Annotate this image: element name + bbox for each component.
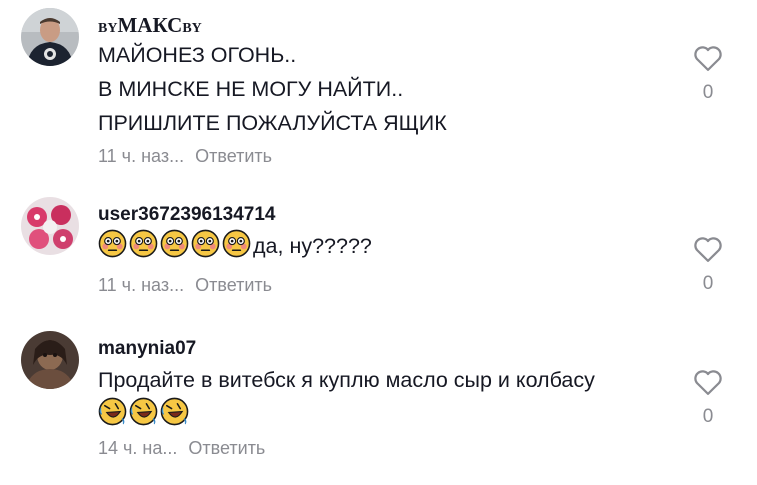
like-count: 0 <box>702 82 714 103</box>
heart-icon[interactable] <box>693 235 723 263</box>
comment-time: 14 ч. на... <box>98 438 178 458</box>
comment-text: да, ну????? <box>98 229 372 263</box>
comment-time: 11 ч. наз... <box>98 146 185 166</box>
flushed-face-emoji <box>222 229 251 258</box>
avatar[interactable] <box>21 8 79 66</box>
like-control: 0 <box>692 235 724 295</box>
user-avatar-icon <box>21 8 79 66</box>
avatar[interactable] <box>21 197 79 255</box>
comment-text-tail: да, ну????? <box>253 234 372 258</box>
heart-icon[interactable] <box>693 44 723 72</box>
comment-text-line: В МИНСКЕ НЕ МОГУ НАЙТИ.. <box>98 77 404 101</box>
flushed-face-emoji <box>98 229 127 258</box>
comment-text-line: МАЙОНЕЗ ОГОНЬ.. <box>98 43 297 67</box>
rolling-on-floor-laughing-emoji <box>98 397 127 426</box>
heart-icon[interactable] <box>693 368 723 396</box>
like-control: 0 <box>692 368 724 428</box>
like-count: 0 <box>702 406 714 427</box>
reply-button[interactable]: Ответить <box>195 275 272 295</box>
comment-meta: 14 ч. на... Ответить <box>98 438 265 459</box>
username[interactable]: user3672396134714 <box>98 204 276 226</box>
comment-time: 11 ч. наз... <box>98 275 185 295</box>
comment-text: МАЙОНЕЗ ОГОНЬ.. В МИНСКЕ НЕ МОГУ НАЙТИ..… <box>98 38 447 140</box>
reply-button[interactable]: Ответить <box>188 438 265 458</box>
username[interactable]: manynia07 <box>98 338 196 360</box>
user-avatar-icon <box>21 197 79 255</box>
emoji-row <box>98 229 253 258</box>
comment-text-line: Продайте в витебск я куплю масло сыр и к… <box>98 368 595 392</box>
rolling-on-floor-laughing-emoji <box>160 397 189 426</box>
username[interactable]: BYМАКСBY <box>98 13 202 38</box>
like-control: 0 <box>692 44 724 104</box>
flushed-face-emoji <box>160 229 189 258</box>
like-count: 0 <box>702 273 714 294</box>
rolling-on-floor-laughing-emoji <box>129 397 158 426</box>
comment-meta: 11 ч. наз... Ответить <box>98 275 272 296</box>
comment-meta: 11 ч. наз... Ответить <box>98 146 272 167</box>
avatar[interactable] <box>21 331 79 389</box>
reply-button[interactable]: Ответить <box>195 146 272 166</box>
flushed-face-emoji <box>129 229 158 258</box>
flushed-face-emoji <box>191 229 220 258</box>
emoji-row <box>98 397 595 431</box>
comment-text: Продайте в витебск я куплю масло сыр и к… <box>98 363 595 431</box>
comment-text-line: ПРИШЛИТЕ ПОЖАЛУЙСТА ЯЩИК <box>98 111 447 135</box>
user-avatar-icon <box>21 331 79 389</box>
